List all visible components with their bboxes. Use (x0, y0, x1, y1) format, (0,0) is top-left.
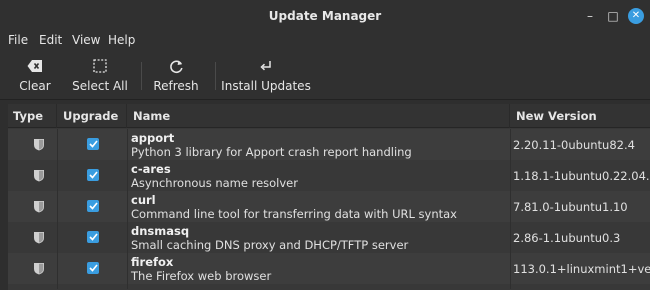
table-row[interactable]: dnsmasq Small caching DNS proxy and DHCP… (8, 222, 650, 253)
menu-edit[interactable]: Edit (39, 33, 62, 47)
package-version: 113.0.1+linuxmint1+vera (513, 262, 650, 276)
updates-table: Type Upgrade Name New Version apport Pyt… (8, 104, 650, 290)
upgrade-checkbox[interactable] (87, 231, 99, 243)
upgrade-checkbox[interactable] (87, 169, 99, 181)
refresh-button[interactable]: Refresh (152, 50, 200, 100)
toolbar: Clear Select All Refresh Install Updates (0, 50, 650, 100)
package-name: apport (131, 131, 175, 145)
install-icon (260, 57, 272, 75)
table-row[interactable]: firefox The Firefox web browser 113.0.1+… (8, 253, 650, 284)
menu-view[interactable]: View (72, 33, 100, 47)
package-shield-icon (33, 231, 45, 244)
column-header-name[interactable]: Name (128, 104, 510, 128)
package-description: Small caching DNS proxy and DHCP/TFTP se… (131, 238, 409, 252)
table-row[interactable]: apport Python 3 library for Apport crash… (8, 129, 650, 160)
upgrade-checkbox[interactable] (87, 138, 99, 150)
install-updates-button[interactable]: Install Updates (221, 50, 311, 100)
package-description: Command line tool for transferring data … (131, 207, 457, 221)
column-header-new-version[interactable]: New Version (511, 104, 650, 128)
package-version: 7.81.0-1ubuntu1.10 (513, 200, 628, 214)
package-description: Asynchronous name resolver (131, 176, 298, 190)
package-name: dnsmasq (131, 224, 190, 238)
upgrade-checkbox[interactable] (87, 200, 99, 212)
title-bar: Update Manager – □ ✕ (0, 0, 650, 32)
backspace-icon (27, 57, 43, 75)
package-shield-icon (33, 169, 45, 182)
refresh-label: Refresh (153, 79, 199, 93)
package-version: 2.86-1.1ubuntu0.3 (513, 231, 621, 245)
package-name: curl (131, 193, 156, 207)
package-shield-icon (33, 200, 45, 213)
menu-bar: File Edit View Help (0, 32, 650, 50)
clear-button[interactable]: Clear (14, 50, 56, 100)
menu-file[interactable]: File (8, 33, 28, 47)
package-description: The Firefox web browser (131, 269, 272, 283)
column-divider (127, 129, 128, 289)
upgrade-checkbox[interactable] (87, 262, 99, 274)
package-name: firefox (131, 255, 174, 269)
table-row[interactable]: curl Command line tool for transferring … (8, 191, 650, 222)
clear-label: Clear (19, 79, 51, 93)
package-shield-icon (33, 138, 45, 151)
column-divider (57, 129, 58, 289)
column-divider (510, 129, 511, 289)
column-header-upgrade[interactable]: Upgrade (58, 104, 127, 128)
package-name: c-ares (131, 162, 171, 176)
column-header-type[interactable]: Type (8, 104, 57, 128)
maximize-button[interactable]: □ (605, 8, 621, 24)
refresh-icon (169, 57, 184, 75)
package-description: Python 3 library for Apport crash report… (131, 145, 412, 159)
table-row[interactable]: c-ares Asynchronous name resolver 1.18.1… (8, 160, 650, 191)
toolbar-separator (215, 62, 216, 90)
toolbar-separator (141, 62, 142, 90)
window-title: Update Manager (268, 9, 382, 23)
package-shield-icon (33, 262, 45, 275)
select-all-label: Select All (72, 79, 128, 93)
package-version: 2.20.11-0ubuntu82.4 (513, 138, 635, 152)
select-all-icon (93, 57, 107, 75)
table-header: Type Upgrade Name New Version (8, 104, 650, 128)
minimize-button[interactable]: – (582, 8, 598, 24)
install-updates-label: Install Updates (221, 79, 311, 93)
menu-help[interactable]: Help (108, 33, 135, 47)
package-version: 1.18.1-1ubuntu0.22.04.1 (513, 169, 650, 183)
close-button[interactable]: ✕ (628, 8, 644, 24)
select-all-button[interactable]: Select All (72, 50, 128, 100)
